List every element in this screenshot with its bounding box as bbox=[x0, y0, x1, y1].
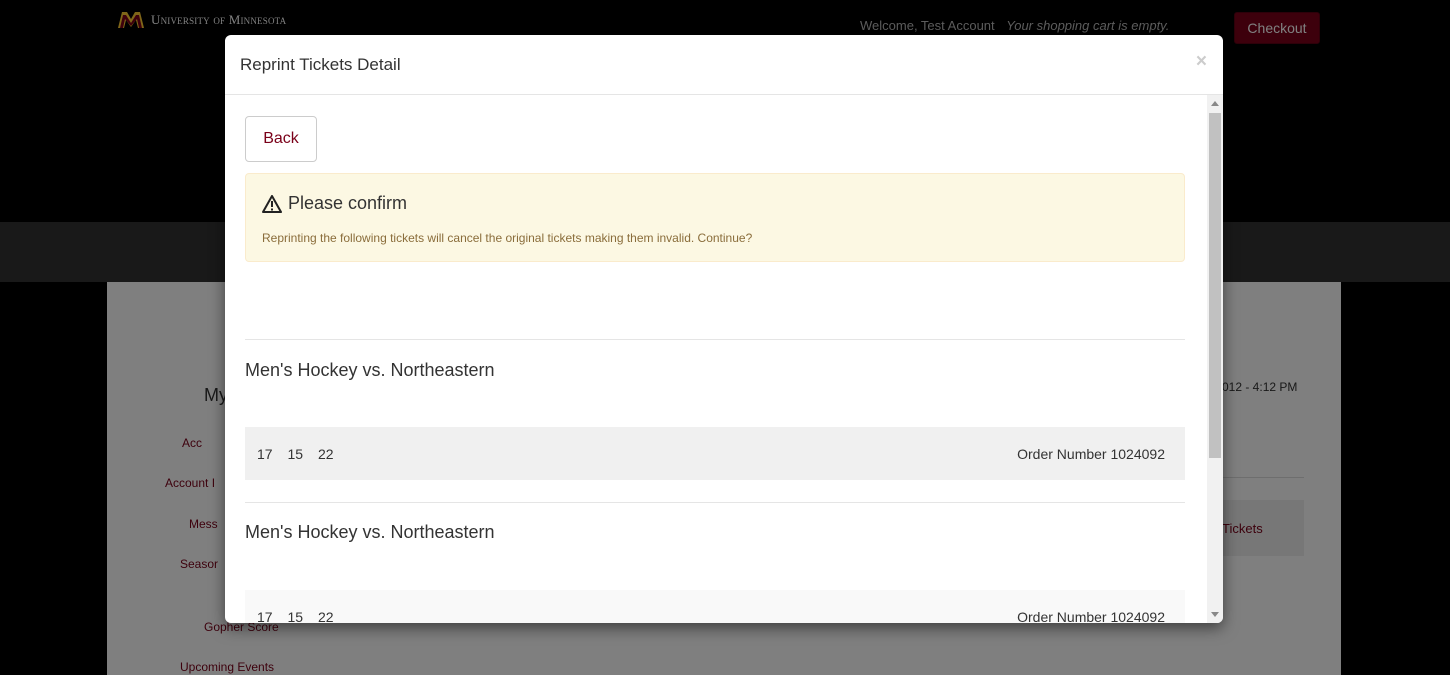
event-title: Men's Hockey vs. Northeastern bbox=[245, 360, 495, 380]
order-label: Order Number bbox=[1017, 608, 1107, 624]
scroll-up-arrow-icon[interactable] bbox=[1211, 101, 1219, 106]
back-button[interactable]: Back bbox=[245, 116, 317, 162]
ticket-row[interactable]: 17 15 22 Order Number 1024092 bbox=[245, 427, 1185, 480]
seat-section: 17 bbox=[257, 445, 273, 462]
seat-section: 17 bbox=[257, 608, 273, 624]
order-info: Order Number 1024092 bbox=[1017, 446, 1165, 462]
confirm-alert: Please confirm Reprinting the following … bbox=[245, 173, 1185, 262]
modal-scrollbar[interactable] bbox=[1207, 95, 1223, 623]
divider bbox=[245, 339, 1185, 340]
order-info: Order Number 1024092 bbox=[1017, 609, 1165, 624]
alert-heading: Please confirm bbox=[262, 193, 407, 214]
modal-header: Reprint Tickets Detail × bbox=[225, 35, 1223, 95]
order-label: Order Number bbox=[1017, 445, 1107, 462]
scroll-down-arrow-icon[interactable] bbox=[1211, 612, 1219, 617]
seat-number: 22 bbox=[317, 445, 334, 462]
warning-triangle-icon bbox=[262, 194, 282, 213]
scroll-thumb[interactable] bbox=[1209, 113, 1221, 458]
alert-title: Please confirm bbox=[288, 193, 408, 213]
modal-body: Back Please confirm Reprinting the follo… bbox=[225, 95, 1223, 623]
order-number: 1024092 bbox=[1110, 608, 1165, 624]
seat-number: 22 bbox=[317, 608, 334, 624]
event-title: Men's Hockey vs. Northeastern bbox=[245, 522, 495, 542]
close-icon[interactable]: × bbox=[1196, 51, 1207, 73]
ticket-row[interactable]: 17 15 22 Order Number 1024092 bbox=[245, 590, 1185, 623]
seat-row: 15 bbox=[287, 608, 304, 624]
seat-info: 17 15 22 bbox=[257, 609, 345, 624]
divider bbox=[245, 502, 1185, 503]
seat-info: 17 15 22 bbox=[257, 446, 345, 462]
modal-title: Reprint Tickets Detail bbox=[240, 55, 401, 74]
reprint-tickets-modal: Reprint Tickets Detail × Back Please con… bbox=[225, 35, 1223, 623]
seat-row: 15 bbox=[287, 445, 304, 462]
order-number: 1024092 bbox=[1110, 445, 1165, 462]
alert-message: Reprinting the following tickets will ca… bbox=[262, 231, 753, 245]
